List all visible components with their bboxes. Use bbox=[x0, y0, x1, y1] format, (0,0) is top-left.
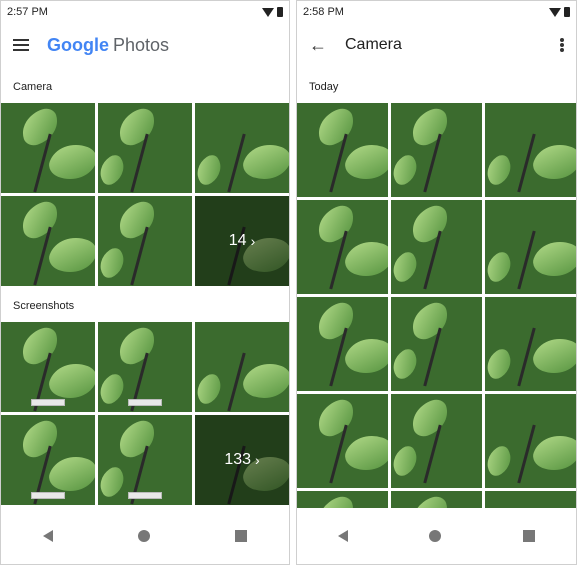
more-vert-icon[interactable] bbox=[560, 38, 564, 52]
status-icons bbox=[549, 7, 570, 17]
nav-recents-icon[interactable] bbox=[523, 530, 536, 542]
wifi-icon bbox=[549, 7, 561, 17]
section-title: Camera bbox=[13, 81, 53, 93]
nav-back-icon[interactable] bbox=[43, 530, 54, 542]
nav-recents-icon[interactable] bbox=[234, 530, 247, 542]
app-bar: ← Camera bbox=[297, 23, 576, 67]
photo-thumbnail[interactable] bbox=[391, 200, 482, 294]
photo-thumbnail[interactable] bbox=[1, 103, 95, 193]
photo-thumbnail[interactable] bbox=[98, 103, 192, 193]
chevron-right-icon: › bbox=[250, 233, 256, 249]
photo-thumbnail[interactable] bbox=[485, 394, 576, 488]
more-photos-tile[interactable]: 133 › bbox=[195, 415, 289, 505]
photo-thumbnail[interactable] bbox=[485, 200, 576, 294]
page-title: Camera bbox=[345, 36, 402, 53]
nav-home-icon[interactable] bbox=[429, 530, 442, 542]
photo-thumbnail[interactable] bbox=[297, 200, 388, 294]
photo-thumbnail[interactable] bbox=[195, 103, 289, 193]
photo-thumbnail[interactable] bbox=[98, 415, 192, 505]
back-arrow-icon[interactable]: ← bbox=[309, 35, 327, 56]
photo-thumbnail[interactable] bbox=[297, 394, 388, 488]
screens: 2:57 PM Google Photos Camera 14 › Screen… bbox=[0, 0, 577, 565]
status-icons bbox=[262, 7, 283, 17]
section-title: Today bbox=[309, 81, 339, 93]
nav-back-icon[interactable] bbox=[337, 530, 348, 542]
system-nav-bar bbox=[1, 508, 289, 564]
phone-right: 2:58 PM ← Camera Today bbox=[296, 0, 577, 565]
more-count: 133 bbox=[224, 451, 252, 468]
photo-grid bbox=[297, 103, 576, 564]
section-camera: Camera 14 › bbox=[1, 67, 289, 286]
photo-thumbnail[interactable] bbox=[391, 297, 482, 391]
section-title: Screenshots bbox=[13, 300, 75, 312]
battery-icon bbox=[564, 7, 570, 17]
photo-thumbnail[interactable] bbox=[297, 103, 388, 197]
photo-thumbnail[interactable] bbox=[1, 322, 95, 412]
logo-google-text: Google bbox=[47, 34, 109, 55]
photo-thumbnail[interactable] bbox=[391, 394, 482, 488]
more-overlay: 14 › bbox=[195, 196, 289, 286]
google-photos-logo: Google Photos bbox=[47, 35, 169, 56]
photo-thumbnail[interactable] bbox=[485, 103, 576, 197]
battery-icon bbox=[277, 7, 283, 17]
photo-thumbnail[interactable] bbox=[98, 322, 192, 412]
photo-grid: 14 › bbox=[1, 103, 289, 286]
system-nav-bar bbox=[297, 508, 576, 564]
more-count: 14 bbox=[228, 232, 247, 249]
status-time: 2:58 PM bbox=[303, 6, 344, 18]
status-time: 2:57 PM bbox=[7, 6, 48, 18]
photo-thumbnail[interactable] bbox=[1, 196, 95, 286]
more-overlay: 133 › bbox=[195, 415, 289, 505]
menu-icon[interactable] bbox=[13, 39, 29, 51]
photo-thumbnail[interactable] bbox=[391, 103, 482, 197]
logo-photos-text: Photos bbox=[113, 34, 170, 55]
photo-thumbnail[interactable] bbox=[195, 322, 289, 412]
more-photos-tile[interactable]: 14 › bbox=[195, 196, 289, 286]
photo-thumbnail[interactable] bbox=[98, 196, 192, 286]
status-bar: 2:57 PM bbox=[1, 1, 289, 23]
section-screenshots: Screenshots 133 › bbox=[1, 286, 289, 505]
photo-thumbnail[interactable] bbox=[1, 415, 95, 505]
nav-home-icon[interactable] bbox=[137, 530, 150, 542]
photo-thumbnail[interactable] bbox=[297, 297, 388, 391]
photo-grid: 133 › bbox=[1, 322, 289, 505]
wifi-icon bbox=[262, 7, 274, 17]
app-bar: Google Photos bbox=[1, 23, 289, 67]
chevron-right-icon: › bbox=[255, 452, 260, 468]
phone-left: 2:57 PM Google Photos Camera 14 › Screen… bbox=[0, 0, 290, 565]
status-bar: 2:58 PM bbox=[297, 1, 576, 23]
photo-thumbnail[interactable] bbox=[485, 297, 576, 391]
